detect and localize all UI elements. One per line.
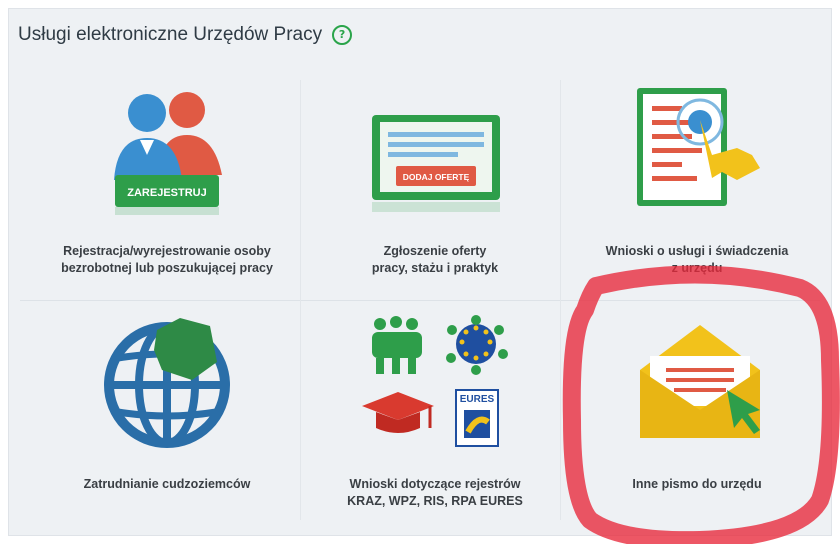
eures-label: EURES [460,394,495,405]
page-title: Usługi elektroniczne Urzędów Pracy [18,24,323,45]
envelope-cursor-icon [640,325,760,438]
panel-header: Usługi elektroniczne Urzędów Pracy ? [18,24,353,46]
add-offer-button-label: DODAJ OFERTĘ [403,172,470,182]
question-circle-icon[interactable]: ? [332,25,353,45]
tile-label: z urzędu [671,261,723,275]
tile-foreigners[interactable]: Zatrudnianie cudzoziemców [32,310,302,520]
tile-job-offer[interactable]: DODAJ OFERTĘ Zgłoszenie oferty pracy, st… [300,80,570,290]
tile-label: pracy, stażu i praktyk [371,261,499,275]
job-offer-form-icon: DODAJ OFERTĘ [372,115,500,212]
row-divider [20,300,820,301]
tile-label: Rejestracja/wyrejestrowanie osoby [63,244,271,258]
tile-label: Zatrudnianie cudzoziemców [83,477,251,491]
tile-registration[interactable]: ZAREJESTRUJ Rejestracja/wyrejestrowanie … [32,80,302,290]
users-register-icon: ZAREJESTRUJ [114,92,222,215]
tile-label: Zgłoszenie oferty [383,244,487,258]
register-button-label: ZAREJESTRUJ [127,187,206,199]
tile-label: bezrobotnej lub poszukującej pracy [61,261,273,275]
tile-requests[interactable]: Wnioski o usługi i świadczenia z urzędu [562,80,832,290]
globe-map-icon [104,318,230,448]
tile-label: Inne pismo do urzędu [632,477,762,491]
tile-registers[interactable]: EURES Wnioski dotyczące rejestrów KRAZ, … [300,310,570,520]
tile-label: Wnioski dotyczące rejestrów [349,477,521,491]
document-hand-icon [637,88,760,206]
tile-label: KRAZ, WPZ, RIS, RPA EURES [347,494,523,508]
registers-icons: EURES [362,315,508,447]
tile-label: Wnioski o usługi i świadczenia [605,244,789,258]
tile-other-letter[interactable]: Inne pismo do urzędu [562,310,832,520]
